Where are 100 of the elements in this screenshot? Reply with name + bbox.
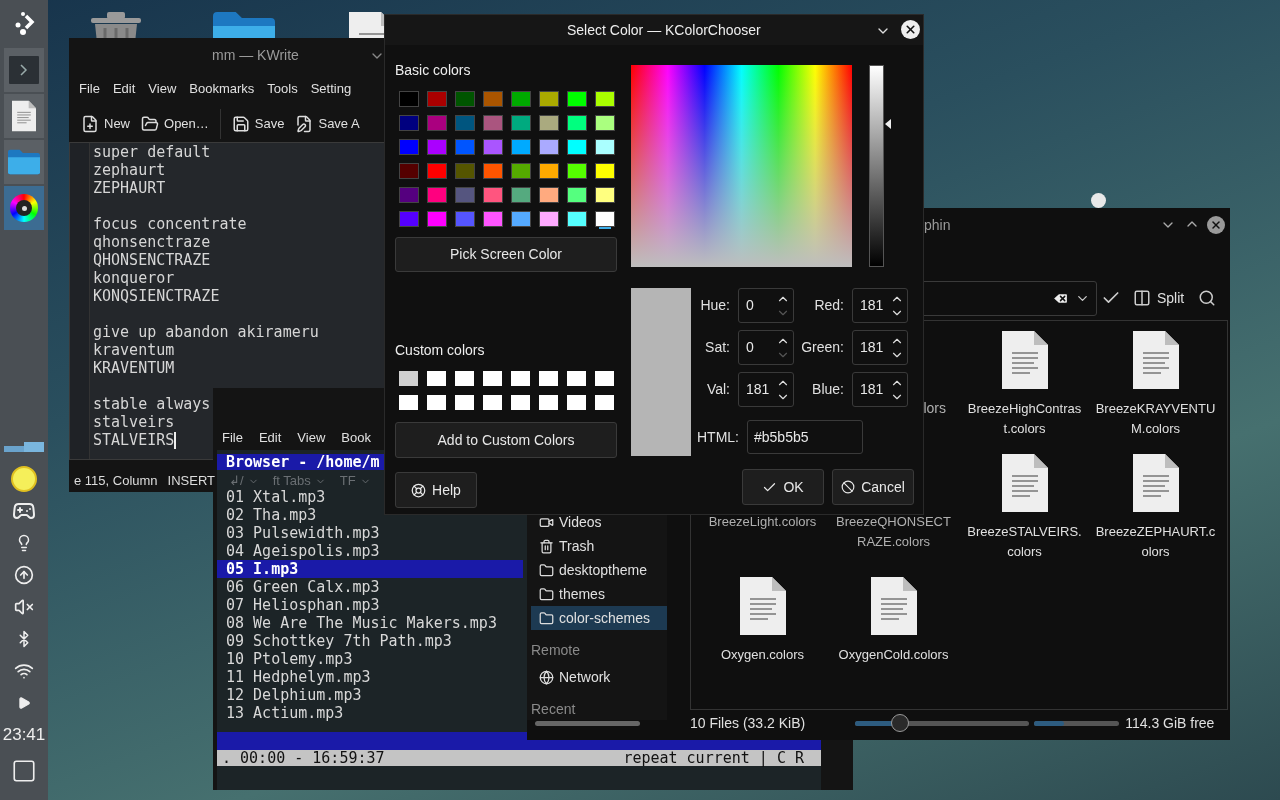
menu-item[interactable]: View bbox=[297, 427, 326, 448]
color-swatch[interactable] bbox=[399, 395, 418, 410]
track-row[interactable]: 09 Schottkey 7th Path.mp3 bbox=[217, 632, 523, 650]
color-swatch[interactable] bbox=[539, 395, 558, 410]
color-swatch[interactable] bbox=[455, 115, 475, 131]
cancel-button[interactable]: Cancel bbox=[832, 469, 914, 505]
expand-arrow-icon[interactable] bbox=[17, 696, 31, 710]
color-field[interactable] bbox=[631, 65, 852, 267]
menu-item[interactable]: Edit bbox=[258, 427, 282, 448]
track-row[interactable]: 11 Hedphelym.mp3 bbox=[217, 668, 523, 686]
color-swatch[interactable] bbox=[483, 395, 502, 410]
spin-box[interactable]: 181 bbox=[852, 288, 908, 323]
color-swatch[interactable] bbox=[567, 187, 587, 203]
color-swatch[interactable] bbox=[427, 187, 447, 203]
color-swatch[interactable] bbox=[567, 163, 587, 179]
slider-handle[interactable] bbox=[891, 714, 910, 732]
meter-icon[interactable] bbox=[4, 442, 44, 452]
color-swatch[interactable] bbox=[455, 211, 475, 227]
document-entry[interactable]: Oxygen.colors bbox=[697, 577, 828, 700]
color-swatch[interactable] bbox=[511, 211, 531, 227]
track-row[interactable]: 03 Pulsewidth.mp3 bbox=[217, 524, 523, 542]
color-swatch[interactable] bbox=[567, 371, 586, 386]
color-swatch[interactable] bbox=[399, 115, 419, 131]
track-row[interactable]: 07 Heliosphan.mp3 bbox=[217, 596, 523, 614]
track-row[interactable]: 06 Green Calx.mp3 bbox=[217, 578, 523, 596]
track-row[interactable]: 05 I.mp3 bbox=[217, 560, 523, 578]
spin-box[interactable]: 0 bbox=[738, 330, 794, 365]
color-swatch[interactable] bbox=[483, 187, 503, 203]
spin-box[interactable]: 0 bbox=[738, 288, 794, 323]
menu-item[interactable]: View bbox=[148, 78, 177, 99]
color-swatch[interactable] bbox=[455, 187, 475, 203]
menu-item[interactable]: File bbox=[222, 427, 243, 448]
menu-item[interactable]: File bbox=[79, 78, 100, 99]
color-swatch[interactable] bbox=[511, 163, 531, 179]
close-button[interactable] bbox=[901, 20, 920, 39]
color-swatch[interactable] bbox=[399, 139, 419, 155]
color-swatch[interactable] bbox=[455, 91, 475, 107]
color-swatch[interactable] bbox=[595, 139, 615, 155]
search-icon[interactable] bbox=[1198, 289, 1217, 307]
spin-box[interactable]: 181 bbox=[738, 372, 794, 407]
color-swatch[interactable] bbox=[567, 91, 587, 107]
color-swatch[interactable] bbox=[539, 371, 558, 386]
close-button[interactable] bbox=[1207, 216, 1225, 234]
color-swatch[interactable] bbox=[427, 211, 447, 227]
file-name[interactable]: BreezeLight.colors bbox=[702, 512, 823, 532]
color-swatch[interactable] bbox=[595, 115, 615, 131]
color-swatch[interactable] bbox=[427, 139, 447, 155]
place-item[interactable]: Trash bbox=[531, 534, 667, 559]
color-swatch[interactable] bbox=[539, 91, 559, 107]
color-swatch[interactable] bbox=[455, 371, 474, 386]
color-swatch[interactable] bbox=[539, 163, 559, 179]
spin-box[interactable]: 181 bbox=[852, 330, 908, 365]
zoom-slider[interactable] bbox=[855, 714, 1030, 732]
color-swatch[interactable] bbox=[595, 163, 615, 179]
place-item[interactable]: themes bbox=[531, 582, 667, 607]
ok-button[interactable]: OK bbox=[742, 469, 824, 505]
file-name[interactable]: lors bbox=[923, 398, 946, 418]
document-entry[interactable]: BreezeZEPHAURT.colors bbox=[1090, 454, 1221, 577]
color-swatch[interactable] bbox=[483, 211, 503, 227]
place-item[interactable]: Videos bbox=[531, 511, 667, 535]
value-marker[interactable] bbox=[885, 119, 891, 129]
document-entry[interactable]: BreezeHighContrast.colors bbox=[959, 331, 1090, 454]
color-swatch[interactable] bbox=[427, 371, 446, 386]
color-swatch[interactable] bbox=[427, 115, 447, 131]
color-swatch[interactable] bbox=[539, 211, 559, 227]
help-button[interactable]: Help bbox=[395, 472, 477, 508]
color-swatch[interactable] bbox=[539, 139, 559, 155]
track-row[interactable]: 04 Ageispolis.mp3 bbox=[217, 542, 523, 560]
color-swatch[interactable] bbox=[595, 395, 614, 410]
menu-item[interactable]: Book bbox=[341, 427, 371, 448]
color-swatch[interactable] bbox=[427, 91, 447, 107]
toolbar-button[interactable]: Save A bbox=[295, 113, 360, 134]
color-swatch[interactable] bbox=[595, 187, 615, 203]
night-light-icon[interactable] bbox=[11, 466, 37, 492]
task-button[interactable] bbox=[4, 94, 44, 138]
color-swatch[interactable] bbox=[455, 163, 475, 179]
place-item[interactable]: Network bbox=[531, 665, 667, 689]
volume-muted-icon[interactable] bbox=[14, 597, 34, 617]
color-swatch[interactable] bbox=[399, 163, 419, 179]
wifi-icon[interactable] bbox=[14, 661, 34, 681]
color-swatch[interactable] bbox=[511, 187, 531, 203]
place-item[interactable]: color-schemes bbox=[531, 606, 667, 631]
document-entry[interactable]: BreezeKRAYVENTUM.colors bbox=[1090, 331, 1221, 454]
color-swatch[interactable] bbox=[511, 371, 530, 386]
color-swatch[interactable] bbox=[483, 139, 503, 155]
track-row[interactable]: 13 Actium.mp3 bbox=[217, 704, 523, 722]
color-swatch[interactable] bbox=[399, 91, 419, 107]
show-desktop-icon[interactable] bbox=[11, 757, 37, 784]
track-row[interactable]: 10 Ptolemy.mp3 bbox=[217, 650, 523, 668]
pick-screen-color-button[interactable]: Pick Screen Color bbox=[395, 237, 617, 272]
scrollbar[interactable] bbox=[535, 720, 640, 726]
color-swatch[interactable] bbox=[483, 371, 502, 386]
track-row[interactable]: 08 We Are The Music Makers.mp3 bbox=[217, 614, 523, 632]
menu-item[interactable]: Bookmarks bbox=[189, 78, 255, 99]
color-swatch[interactable] bbox=[483, 163, 503, 179]
color-swatch[interactable] bbox=[399, 187, 419, 203]
status-item[interactable]: INSERT bbox=[167, 471, 216, 491]
toolbar-button[interactable]: Open… bbox=[141, 113, 209, 134]
color-swatch[interactable] bbox=[595, 211, 615, 227]
document-entry[interactable]: OxygenCold.colors bbox=[828, 577, 959, 700]
